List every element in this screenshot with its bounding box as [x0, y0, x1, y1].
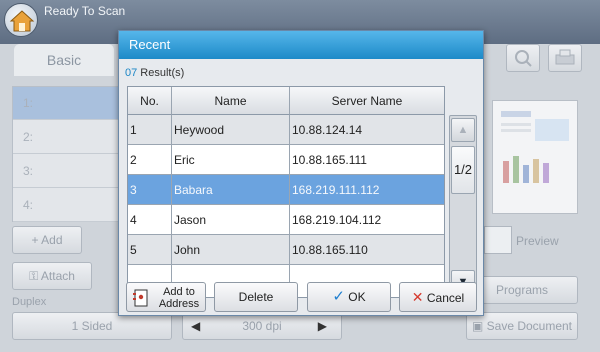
- home-icon: [9, 10, 35, 32]
- list-item[interactable]: 4:: [13, 189, 121, 222]
- duplex-label: Duplex: [12, 296, 47, 308]
- scan-settings-button[interactable]: [548, 44, 582, 72]
- cell-no: 5: [128, 235, 172, 264]
- column-header-server[interactable]: Server Name: [290, 87, 444, 115]
- save-document-button[interactable]: ▣ Save Document: [466, 312, 578, 340]
- attach-label: Attach: [40, 269, 75, 283]
- results-count: 07 Result(s): [125, 67, 184, 79]
- add-button[interactable]: + Add: [12, 226, 82, 254]
- preview-label: Preview: [516, 234, 559, 248]
- duplex-selector[interactable]: 1 Sided: [12, 312, 172, 340]
- delete-label: Delete: [238, 290, 274, 304]
- table-row[interactable]: 5 John 10.88.165.110: [128, 235, 444, 265]
- results-number: 07: [125, 67, 138, 79]
- right-arrow-icon[interactable]: ▶: [318, 313, 327, 339]
- cell-no: 2: [128, 145, 172, 174]
- table-scrollbar[interactable]: ▲ 1/2 ▼: [449, 115, 477, 297]
- cell-no: 3: [128, 175, 172, 204]
- cell-name: Heywood: [172, 115, 290, 144]
- save-icon: ▣: [471, 319, 487, 333]
- up-arrow-icon: ▲: [457, 124, 469, 136]
- document-preview-icon: [501, 111, 569, 183]
- cancel-button[interactable]: ✕ Cancel: [399, 282, 477, 312]
- resolution-selector[interactable]: ◀ 300 dpi ▶: [182, 312, 342, 340]
- column-header-name[interactable]: Name: [172, 87, 290, 115]
- programs-label: Programs: [495, 283, 548, 297]
- table-row-selected[interactable]: 3 Babara 168.219.111.112: [128, 175, 444, 205]
- scroll-up-button[interactable]: ▲: [451, 118, 475, 142]
- cancel-label: Cancel: [426, 291, 465, 305]
- zoom-button[interactable]: [506, 44, 540, 72]
- ok-button[interactable]: ✓ OK: [307, 282, 391, 312]
- ok-label: OK: [348, 290, 366, 304]
- checkmark-icon: ✓: [332, 288, 345, 305]
- list-item[interactable]: 1:: [13, 87, 121, 120]
- table-row[interactable]: 4 Jason 168.219.104.112: [128, 205, 444, 235]
- preview-thumbnail: [492, 100, 578, 214]
- list-item[interactable]: 3:: [13, 155, 121, 188]
- save-document-label: Save Document: [486, 319, 573, 333]
- left-arrow-icon[interactable]: ◀: [191, 313, 200, 339]
- resolution-value: 300 dpi: [242, 319, 282, 333]
- table-row[interactable]: 1 Heywood 10.88.124.14: [128, 115, 444, 145]
- duplex-value: 1 Sided: [71, 319, 113, 333]
- cell-name: Babara: [172, 175, 290, 204]
- cell-name: Eric: [172, 145, 290, 174]
- scanner-icon: [555, 49, 575, 65]
- recent-table: No. Name Server Name 1 Heywood 10.88.124…: [127, 86, 445, 298]
- cell-server: 168.219.104.112: [292, 213, 382, 227]
- cell-server: 10.88.165.110: [292, 243, 368, 257]
- address-book-icon: [133, 289, 148, 307]
- tab-basic[interactable]: Basic: [14, 44, 114, 76]
- cell-server: 10.88.124.14: [292, 123, 363, 137]
- preview-button[interactable]: [484, 226, 512, 254]
- home-button[interactable]: [4, 3, 38, 37]
- page-indicator: 1/2: [451, 146, 475, 194]
- cell-name: Jason: [172, 205, 290, 234]
- table-row[interactable]: 2 Eric 10.88.165.111: [128, 145, 444, 175]
- results-label: Result(s): [137, 67, 185, 79]
- cell-no: 1: [128, 115, 172, 144]
- cell-name: John: [172, 235, 290, 264]
- status-text: Ready To Scan: [44, 4, 126, 18]
- add-label: Add: [41, 233, 63, 247]
- cell-server: 10.88.165.111: [292, 153, 367, 167]
- list-item[interactable]: 2:: [13, 121, 121, 154]
- add-to-address-button[interactable]: Add to Address: [126, 282, 206, 312]
- cell-no: 4: [128, 205, 172, 234]
- plus-icon: +: [31, 233, 42, 247]
- zoom-icon: [515, 50, 532, 67]
- dialog-title: Recent: [119, 31, 483, 59]
- add-to-address-label: Add to Address: [158, 286, 200, 310]
- column-header-no[interactable]: No.: [128, 87, 172, 115]
- paperclip-icon: ⚿: [29, 269, 41, 283]
- close-icon: ✕: [411, 289, 424, 305]
- attach-button[interactable]: ⚿ Attach: [12, 262, 92, 290]
- delete-button[interactable]: Delete: [214, 282, 298, 312]
- cell-server: 168.219.111.112: [292, 183, 380, 197]
- recent-dialog: Recent 07 Result(s) No. Name Server Name…: [118, 30, 484, 316]
- destination-list: 1: 2: 3: 4:: [12, 86, 122, 222]
